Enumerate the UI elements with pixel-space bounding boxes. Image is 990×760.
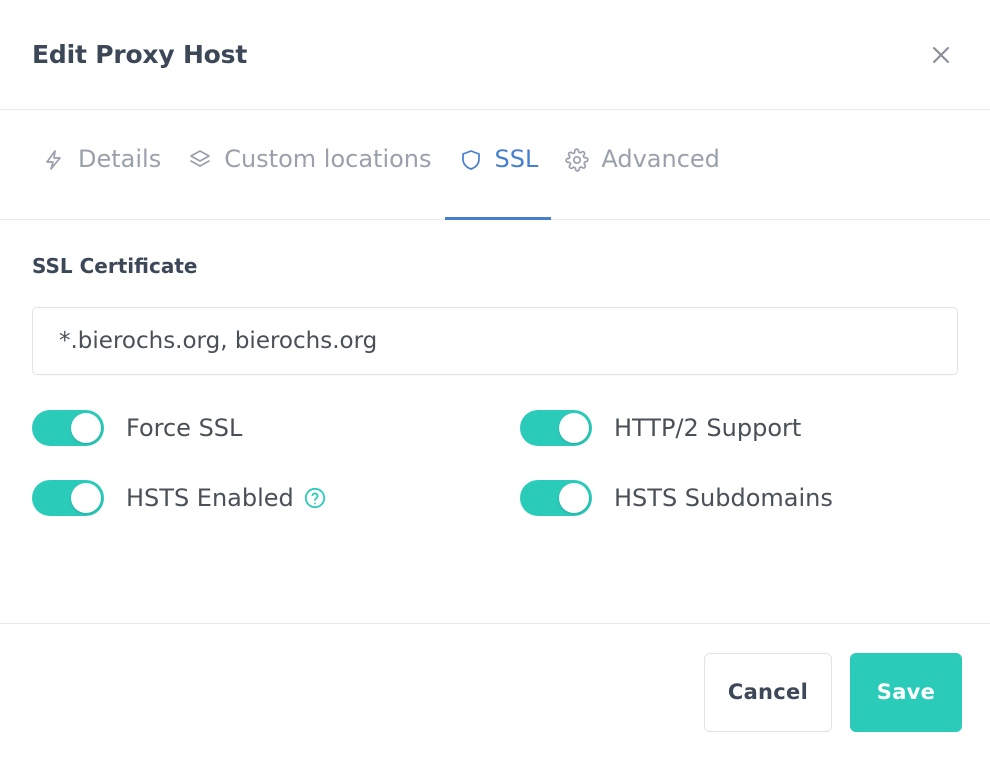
edit-proxy-host-dialog: Edit Proxy Host Details Custom locations… [0, 0, 990, 760]
cancel-button[interactable]: Cancel [704, 652, 832, 732]
ssl-certificate-label: SSL Certificate [32, 254, 198, 278]
force-ssl-label: Force SSL [126, 414, 243, 442]
hsts-subdomains-switch[interactable] [520, 480, 592, 516]
http2-support-label-wrap: HTTP/2 Support [614, 414, 801, 442]
hsts-enabled-switch[interactable] [32, 480, 104, 516]
force-ssl-switch[interactable] [32, 410, 104, 446]
tab-custom-locations[interactable]: Custom locations [174, 110, 444, 220]
tab-details[interactable]: Details [28, 110, 174, 220]
switch-knob [559, 483, 589, 513]
switch-knob [559, 413, 589, 443]
toggle-row-http2-support[interactable]: HTTP/2 Support [520, 410, 958, 446]
switch-knob [71, 483, 101, 513]
hsts-enabled-label: HSTS Enabled [126, 484, 294, 512]
tab-ssl-label: SSL [494, 145, 539, 173]
hsts-subdomains-label: HSTS Subdomains [614, 484, 833, 512]
ssl-certificate-select[interactable]: *.bierochs.org, bierochs.org [32, 307, 958, 375]
dialog-tab-bar: Details Custom locations SSL Advanced [0, 110, 990, 220]
tab-custom-locations-label: Custom locations [224, 145, 432, 173]
ssl-options-grid: Force SSL HTTP/2 Support HSTS Enabled HS… [32, 410, 958, 516]
gear-icon [564, 147, 590, 173]
shield-icon [458, 147, 484, 173]
help-circle-icon[interactable] [303, 486, 327, 510]
tab-ssl[interactable]: SSL [444, 110, 552, 220]
toggle-row-hsts-subdomains[interactable]: HSTS Subdomains [520, 480, 958, 516]
tab-advanced[interactable]: Advanced [551, 110, 733, 220]
switch-knob [71, 413, 101, 443]
http2-support-label: HTTP/2 Support [614, 414, 802, 442]
dialog-title: Edit Proxy Host [32, 40, 248, 69]
force-ssl-label-wrap: Force SSL [126, 414, 242, 442]
dialog-footer: Cancel Save [0, 623, 990, 760]
hsts-subdomains-label-wrap: HSTS Subdomains [614, 484, 833, 512]
ssl-certificate-value: *.bierochs.org, bierochs.org [59, 328, 378, 354]
save-button[interactable]: Save [850, 652, 962, 732]
hsts-enabled-label-wrap: HSTS Enabled [126, 484, 327, 512]
dialog-body: SSL Certificate *.bierochs.org, bierochs… [0, 220, 990, 623]
close-icon[interactable] [924, 38, 958, 72]
toggle-row-force-ssl[interactable]: Force SSL [32, 410, 520, 446]
layers-icon [187, 147, 213, 173]
dialog-header: Edit Proxy Host [0, 0, 990, 110]
toggle-row-hsts-enabled[interactable]: HSTS Enabled [32, 480, 520, 516]
tab-details-label: Details [78, 145, 162, 173]
http2-support-switch[interactable] [520, 410, 592, 446]
lightning-bolt-icon [41, 147, 67, 173]
tab-advanced-label: Advanced [601, 145, 720, 173]
